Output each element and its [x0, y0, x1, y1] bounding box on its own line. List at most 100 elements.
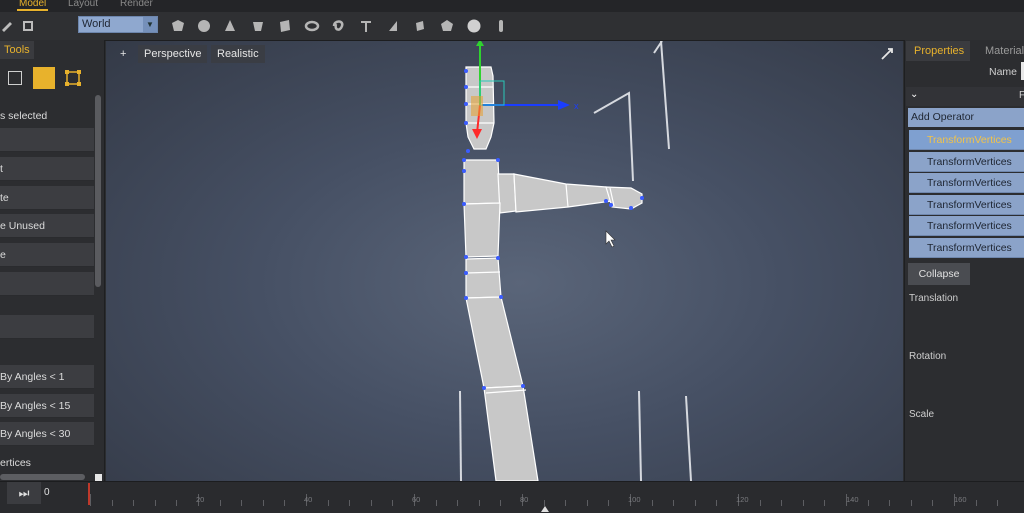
timeline-marker[interactable] — [541, 506, 549, 512]
timeline-tick — [694, 500, 696, 506]
select-object-icon[interactable] — [33, 67, 55, 89]
operator-item[interactable]: TransformVertices — [909, 152, 1024, 172]
torus-icon[interactable] — [304, 18, 320, 34]
select-by-angles-30[interactable]: By Angles < 30 — [0, 422, 94, 446]
timeline-tick — [889, 500, 891, 506]
timeline-tick — [327, 500, 329, 506]
timeline-tick — [716, 500, 718, 506]
name-label: Name — [989, 66, 1018, 78]
timeline-tick — [586, 500, 588, 506]
left-button-2[interactable]: t — [0, 157, 94, 181]
toolbar: World ▼ — [0, 12, 1024, 41]
operator-item[interactable]: TransformVertices — [909, 195, 1024, 215]
menu-tab-render[interactable]: Render — [120, 0, 153, 9]
box-icon[interactable] — [412, 18, 428, 34]
3d-viewport[interactable]: + Perspective Realistic x — [106, 41, 903, 481]
menu-bar: Model Layout Render — [0, 0, 1024, 12]
playhead[interactable] — [88, 483, 90, 505]
rotation-label: Rotation — [909, 351, 947, 362]
tab-properties[interactable]: Properties — [906, 41, 970, 61]
timeline-tick — [241, 500, 243, 506]
mannequin-mesh — [463, 66, 643, 481]
capsule-icon[interactable] — [493, 18, 509, 34]
tick-label: 60 — [412, 495, 421, 504]
ball-icon[interactable] — [466, 18, 482, 34]
timeline-tick — [500, 500, 502, 506]
left-button-delete-unused[interactable]: e Unused — [0, 214, 94, 238]
add-operator-select[interactable]: Add Operator — [908, 108, 1024, 127]
vertices-label: ertices — [0, 457, 31, 469]
timeline-tick — [154, 500, 156, 506]
timeline-tick — [111, 500, 113, 506]
timeline-tick — [759, 500, 761, 506]
tick-label: 40 — [304, 495, 313, 504]
pen-icon[interactable] — [0, 18, 16, 34]
operator-item[interactable]: TransformVertices — [909, 238, 1024, 258]
timeline-tick — [867, 500, 869, 506]
left-hscrollbar[interactable] — [0, 474, 85, 480]
knot-icon[interactable] — [331, 18, 347, 34]
collapse-button[interactable]: Collapse — [908, 263, 970, 285]
cone-icon[interactable] — [222, 18, 238, 34]
timeline-tick — [910, 500, 912, 506]
timeline[interactable] — [0, 481, 1024, 513]
timeline-tick — [349, 500, 351, 506]
tab-material[interactable]: Material — [985, 41, 1024, 61]
left-button-1[interactable] — [0, 128, 94, 152]
tick-label: 20 — [196, 495, 205, 504]
scroll-corner — [95, 474, 102, 481]
operator-item[interactable]: TransformVertices — [909, 173, 1024, 193]
chevron-down-icon: ⌄ — [910, 89, 919, 100]
menu-tab-layout[interactable]: Layout — [68, 0, 98, 9]
dodecahedron-icon[interactable] — [439, 18, 455, 34]
left-button-5[interactable]: e — [0, 243, 94, 267]
timeline-tick — [478, 500, 480, 506]
text-tool-icon[interactable] — [358, 18, 374, 34]
timeline-tick — [565, 500, 567, 506]
play-button[interactable]: ⏭ — [7, 482, 41, 504]
select-by-angles-1[interactable]: By Angles < 1 — [0, 365, 94, 389]
select-by-angles-15[interactable]: By Angles < 15 — [0, 394, 94, 418]
timeline-tick — [932, 500, 934, 506]
crop-icon[interactable] — [20, 18, 36, 34]
coord-space-value: World — [82, 18, 111, 30]
select-vertex-icon[interactable] — [64, 69, 82, 87]
mouse-cursor — [605, 230, 616, 248]
left-button-6[interactable] — [0, 272, 94, 296]
translation-label: Translation — [909, 293, 959, 304]
left-group-header[interactable] — [0, 315, 94, 339]
timeline-tick — [673, 500, 675, 506]
select-face-icon[interactable] — [8, 71, 22, 85]
fast-forward-icon: ⏭ — [18, 486, 30, 500]
timeline-tick — [997, 500, 999, 506]
tick-label: 100 — [628, 495, 641, 504]
operator-item[interactable]: TransformVertices — [909, 130, 1024, 150]
timeline-tick — [90, 494, 91, 506]
operator-item[interactable]: TransformVertices — [909, 216, 1024, 236]
timeline-tick — [262, 500, 264, 506]
menu-tab-model[interactable]: Model — [17, 0, 49, 11]
tick-label: 160 — [954, 495, 967, 504]
timeline-tick — [824, 500, 826, 506]
operator-collapse-row[interactable]: ⌄ F — [906, 87, 1024, 106]
timeline-tick — [435, 500, 437, 506]
timeline-tick — [608, 500, 610, 506]
left-button-3[interactable]: te — [0, 186, 94, 210]
timeline-tick — [975, 500, 977, 506]
cylinder-icon[interactable] — [250, 18, 266, 34]
left-scrollbar[interactable] — [95, 95, 101, 287]
sphere-icon[interactable] — [196, 18, 212, 34]
collapse-marker: F — [1019, 90, 1024, 101]
chevron-down-icon: ▼ — [143, 17, 157, 32]
timeline-tick — [284, 500, 286, 506]
tab-tools[interactable]: Tools — [0, 41, 34, 59]
pyramid-icon[interactable] — [385, 18, 401, 34]
cube-icon[interactable] — [277, 18, 293, 34]
axis-x-label: x — [574, 101, 579, 111]
scale-label: Scale — [909, 409, 935, 420]
tick-label: 120 — [736, 495, 749, 504]
timeline-tick — [802, 500, 804, 506]
tick-label: 140 — [846, 495, 859, 504]
coord-space-select[interactable]: World ▼ — [78, 16, 158, 33]
sphere-faceted-icon[interactable] — [170, 18, 186, 34]
